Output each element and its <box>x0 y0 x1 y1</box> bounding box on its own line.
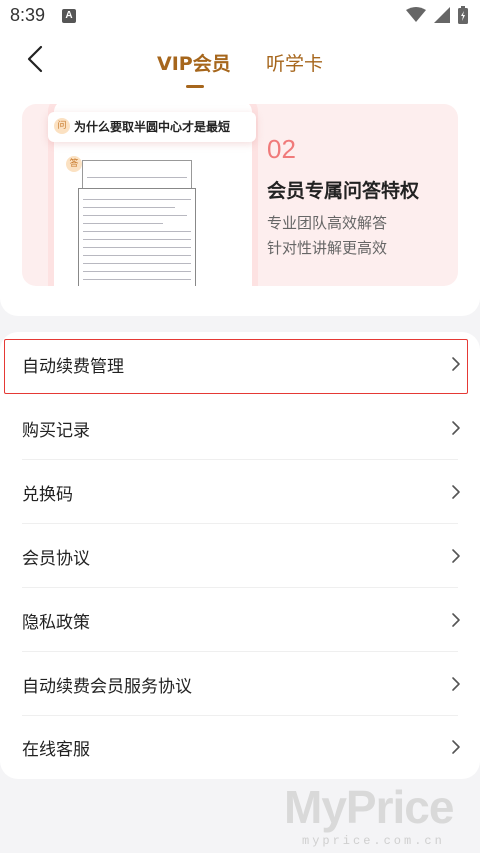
back-arrow-icon <box>27 45 43 73</box>
menu-item-label: 自动续费会员服务协议 <box>22 677 192 697</box>
menu-item-redeem-code[interactable]: 兑换码 <box>0 460 480 524</box>
banner-title: 会员专属问答特权 <box>267 180 420 202</box>
chevron-right-icon <box>452 740 460 754</box>
status-icons <box>406 6 468 24</box>
chevron-right-icon <box>452 421 460 435</box>
menu-item-label: 隐私政策 <box>22 613 90 633</box>
menu-item-privacy-policy[interactable]: 隐私政策 <box>0 588 480 652</box>
chevron-right-icon <box>452 549 460 563</box>
benefit-banner[interactable]: 问 为什么要取半圆中心才是最短 答 02 会员专属问答特权 专业团队高效解答 针… <box>22 104 458 286</box>
menu-item-online-support[interactable]: 在线客服 <box>0 715 480 779</box>
back-button[interactable] <box>18 42 52 76</box>
menu-item-member-agreement[interactable]: 会员协议 <box>0 524 480 588</box>
chevron-right-icon <box>452 485 460 499</box>
watermark-logo: MyPrice <box>284 781 454 833</box>
status-time: 8:39 <box>10 5 46 25</box>
menu-item-label: 购买记录 <box>22 421 90 441</box>
menu-item-auto-renew-service-agreement[interactable]: 自动续费会员服务协议 <box>0 652 480 716</box>
question-badge: 问 <box>54 118 70 134</box>
banner-subtitle-2: 针对性讲解更高效 <box>267 239 388 257</box>
chevron-right-icon <box>452 677 460 691</box>
tab-vip-member[interactable]: VIP会员 <box>157 49 231 76</box>
selection-highlight <box>4 339 468 394</box>
banner-number: 02 <box>267 134 296 164</box>
menu-item-label: 兑换码 <box>22 485 73 505</box>
question-card: 问 为什么要取半圆中心才是最短 <box>48 112 256 142</box>
watermark: MyPrice myprice.com.cn <box>278 780 478 853</box>
wifi-icon <box>406 7 426 22</box>
notification-icon: A <box>62 9 76 23</box>
banner-subtitle-1: 专业团队高效解答 <box>267 214 388 232</box>
status-bar: 8:39 A <box>0 0 480 32</box>
watermark-url: myprice.com.cn <box>302 834 445 848</box>
chevron-right-icon <box>452 613 460 627</box>
menu-item-purchase-history[interactable]: 购买记录 <box>0 396 480 460</box>
settings-menu: 自动续费管理 购买记录 兑换码 会员协议 隐私政策 自动续费会员服务协议 在线客… <box>0 332 480 779</box>
tab-indicator <box>186 85 204 88</box>
menu-item-label: 在线客服 <box>22 740 90 760</box>
top-area: VIP会员 听学卡 问 为什么要取半圆中心才是最短 答 02 会员专属问答特权 … <box>0 32 480 316</box>
answer-paper <box>78 188 196 286</box>
signal-icon <box>434 7 450 23</box>
menu-item-label: 会员协议 <box>22 549 90 569</box>
answer-badge: 答 <box>66 156 82 172</box>
tab-listen-card[interactable]: 听学卡 <box>266 49 323 76</box>
question-text: 为什么要取半圆中心才是最短 <box>74 120 231 134</box>
battery-icon <box>458 6 468 24</box>
